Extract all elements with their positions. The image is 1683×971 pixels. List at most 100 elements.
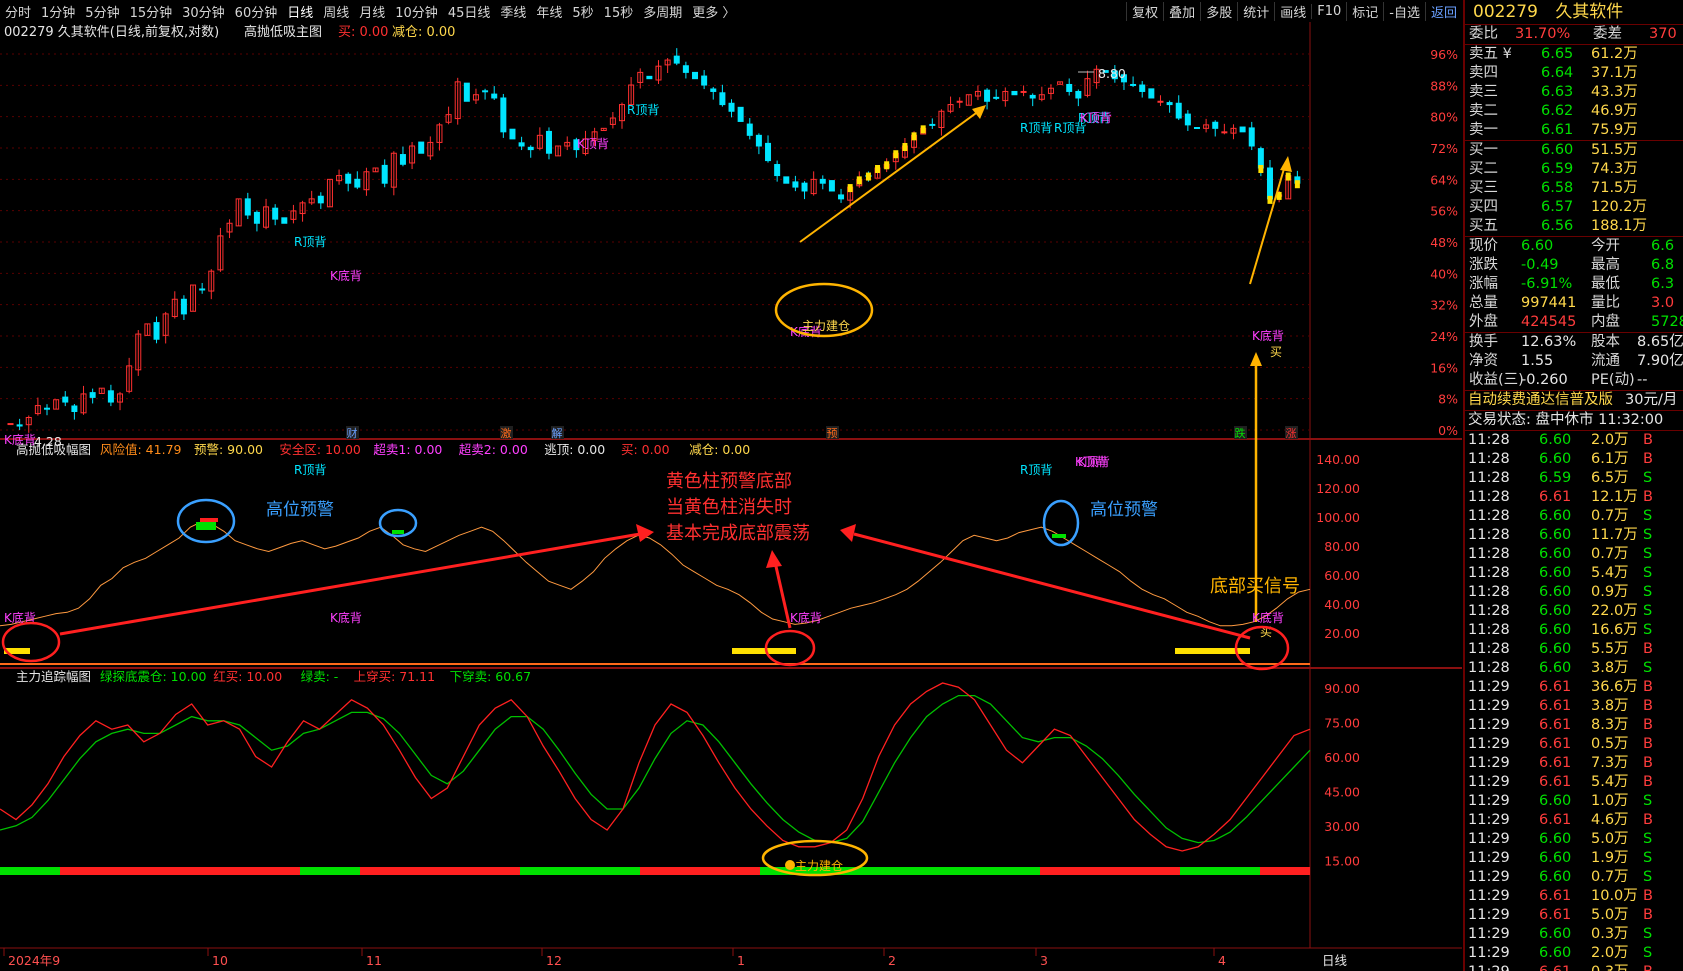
tick-row-cell: 6.60 (1539, 584, 1572, 600)
candle-body (7, 423, 14, 426)
period-tab-2[interactable]: 5分钟 (80, 2, 124, 21)
period-tab-1[interactable]: 1分钟 (36, 2, 80, 21)
tool-button-3[interactable]: 统计 (1237, 1, 1274, 21)
bottom-axis-label: 30.00 (1324, 819, 1360, 834)
tick-row: 11:29 6.61 4.6万 B (1465, 811, 1683, 830)
candle-body (244, 198, 251, 216)
stat-row: 现价 6.60 今开 6.6 (1465, 237, 1683, 256)
period-tab-15[interactable]: 多周期 (638, 2, 687, 21)
bid-row: 买三 6.58 71.5万 (1465, 179, 1683, 198)
warning-mark (1052, 534, 1066, 538)
signal-strip-segment (95, 867, 300, 875)
tick-row-cell: S (1643, 527, 1653, 543)
tick-row-cell: 11:28 (1468, 603, 1510, 619)
tick-row-cell: B (1643, 451, 1653, 467)
stat-row-cell: 12.63% (1521, 334, 1577, 350)
period-tab-7[interactable]: 周线 (318, 2, 354, 21)
tick-row-cell: 6.1万 (1591, 451, 1629, 467)
tick-row-cell: 16.6万 (1591, 622, 1638, 638)
tick-row: 11:29 6.61 10.0万 B (1465, 887, 1683, 906)
tick-row-cell: 6.61 (1539, 755, 1572, 771)
mid-param-5: 逃顶: 0.00 (544, 442, 605, 457)
tool-button-2[interactable]: 多股 (1200, 1, 1237, 21)
tick-row-cell: B (1643, 907, 1653, 923)
tool-button-8[interactable]: 返回 (1424, 1, 1462, 21)
warning-mark (200, 518, 218, 522)
period-tab-16[interactable]: 更多 〉 (687, 2, 740, 21)
period-tab-12[interactable]: 年线 (531, 2, 567, 21)
yellow-warning-bar (911, 132, 917, 141)
tick-row-cell: S (1643, 945, 1653, 961)
tool-button-7[interactable]: -自选 (1383, 1, 1425, 21)
tick-row-cell: 6.59 (1539, 470, 1572, 486)
period-tab-9[interactable]: 10分钟 (390, 2, 443, 21)
tick-row-cell: 0.7万 (1591, 546, 1629, 562)
mid-axis-label: 20.00 (1324, 626, 1360, 641)
candle-body (984, 89, 991, 102)
bottom-axis-label: 45.00 (1324, 785, 1360, 800)
tool-button-5[interactable]: F10 (1311, 3, 1346, 19)
mid-axis-label: 60.00 (1324, 568, 1360, 583)
tick-row-cell: 6.61 (1539, 489, 1572, 505)
period-tab-11[interactable]: 季线 (495, 2, 531, 21)
ask-row-cell: 卖四 (1469, 65, 1498, 81)
tick-row: 11:29 6.61 5.4万 B (1465, 773, 1683, 792)
tick-row-cell: 6.60 (1539, 926, 1572, 942)
bottom-panel-name: 主力追踪幅图 (16, 669, 91, 684)
candle-body (783, 176, 790, 184)
candle-body (509, 128, 516, 140)
stat-row-cell: 总量 (1469, 295, 1498, 311)
mid-param-4: 超卖2: 0.00 (459, 442, 528, 457)
tool-button-0[interactable]: 复权 (1126, 1, 1163, 21)
tick-row-cell: 6.60 (1539, 508, 1572, 524)
period-tab-14[interactable]: 15秒 (599, 2, 639, 21)
yellow-warning-bar (875, 165, 881, 174)
ask-row-cell: 46.9万 (1591, 103, 1638, 119)
period-tab-10[interactable]: 45日线 (443, 2, 496, 21)
bid-book: 买一 6.60 51.5万 买二 6.59 74.3万 买三 6.58 71.5万 买四 6.57 1… (1465, 141, 1683, 237)
period-tab-4[interactable]: 30分钟 (177, 2, 230, 21)
bottom-param-2: 绿卖: - (301, 669, 339, 684)
candle-body (253, 211, 260, 224)
tick-row: 11:29 6.61 7.3万 B (1465, 754, 1683, 773)
main-axis-label: 0% (1438, 423, 1458, 438)
ask-row-cell: 6.63 (1541, 84, 1574, 100)
main-axis-label: 24% (1430, 329, 1458, 344)
stat-row-cell: 换手 (1469, 334, 1498, 350)
period-tab-13[interactable]: 5秒 (567, 2, 598, 21)
signal-strip-segment (1040, 867, 1180, 875)
tool-button-4[interactable]: 画线 (1274, 1, 1311, 21)
mid-axis-label: 80.00 (1324, 539, 1360, 554)
period-tab-5[interactable]: 60分钟 (230, 2, 283, 21)
ask-row-cell: 卖一 (1469, 122, 1498, 138)
candle-body (354, 178, 361, 188)
ask-row-cell: 43.3万 (1591, 84, 1638, 100)
period-tab-6[interactable]: 日线 (282, 2, 318, 21)
tick-row: 11:28 6.60 2.0万 B (1465, 431, 1683, 450)
tick-list[interactable]: 11:28 6.60 2.0万 B 11:28 6.60 6.1万 B 11:28 6.59 6.5… (1465, 431, 1683, 971)
candle-body (16, 424, 23, 427)
candle-body (819, 178, 826, 184)
bottom-param-0: 绿探底震仓: 10.00 (100, 669, 207, 684)
candle-body (929, 123, 936, 126)
tick-row-cell: 6.61 (1539, 717, 1572, 733)
tool-button-6[interactable]: 标记 (1346, 1, 1383, 21)
promo-row[interactable]: 自动续费通达信普及版 30元/月 (1465, 391, 1683, 411)
tick-row-cell: B (1643, 812, 1653, 828)
event-marker-1: 激 (501, 426, 512, 440)
kline-chart-area[interactable]: 002279 久其软件(日线,前复权,对数) 高抛低吸主图 买: 0.00 减仓: 0… (0, 22, 1462, 971)
stat-row-cell: 股本 (1591, 334, 1620, 350)
ask-row-cell: 37.1万 (1591, 65, 1638, 81)
tool-button-1[interactable]: 叠加 (1163, 1, 1200, 21)
stat-row-cell: 量比 (1591, 295, 1620, 311)
period-tab-0[interactable]: 分时 (0, 2, 36, 21)
quote-stats-2: 换手 12.63% 股本 8.65亿 净资 1.55 流通 7.90亿 收益(三) -0.260 P… (1465, 333, 1683, 391)
main-axis-label: 72% (1430, 141, 1458, 156)
period-tab-8[interactable]: 月线 (354, 2, 390, 21)
stat-row-cell: 外盘 (1469, 314, 1498, 330)
period-label: 日线 (1322, 953, 1348, 968)
tick-row: 11:29 6.61 5.0万 B (1465, 906, 1683, 925)
main-axis-label: 88% (1430, 78, 1458, 93)
period-tab-3[interactable]: 15分钟 (125, 2, 178, 21)
bottom-axis-label: 60.00 (1324, 750, 1360, 765)
